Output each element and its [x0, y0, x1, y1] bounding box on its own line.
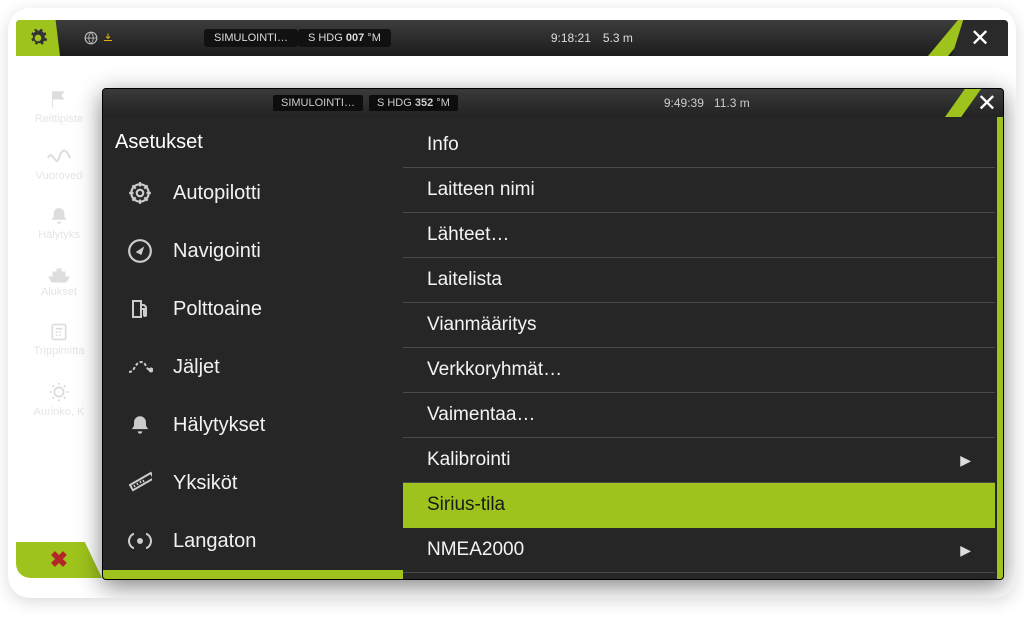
chevron-right-icon: ▶: [960, 542, 971, 559]
option-diagnostics[interactable]: Vianmääritys: [403, 303, 995, 348]
ruler-icon: [125, 468, 155, 498]
category-wireless[interactable]: Langaton: [103, 512, 403, 570]
option-label: Verkkoryhmät…: [427, 359, 562, 381]
category-label: Autopilotti: [173, 182, 261, 205]
category-label: Jäljet: [173, 356, 220, 379]
fuel-icon: [125, 294, 155, 324]
category-label: Navigointi: [173, 240, 261, 263]
back-globe-icon: [84, 31, 114, 45]
category-autopilot[interactable]: Autopilotti: [103, 164, 403, 222]
sidebar-item-label: Hälytyks: [38, 229, 80, 241]
settings-title: Asetukset: [103, 121, 403, 164]
back-hdg-badge: S HDG 007 °M: [298, 29, 391, 47]
front-depth: 11.3 m: [714, 96, 750, 110]
device-frame: SIMULOINTI… S HDG 007 °M 9:18:21 5.3 m ✕…: [8, 8, 1016, 598]
option-nmea2000[interactable]: NMEA2000 ▶: [403, 528, 995, 573]
category-label: Langaton: [173, 530, 256, 553]
option-label: Laitteen nimi: [427, 179, 535, 201]
flag-icon: [48, 88, 70, 110]
category-network[interactable]: Verkko: [103, 570, 403, 580]
sidebar-item-label: Trippimitta: [34, 345, 85, 357]
wave-icon: [47, 149, 71, 167]
front-accent: [945, 89, 981, 117]
option-label: Lähteet…: [427, 224, 509, 246]
sun-moon-icon: [48, 381, 70, 403]
cancel-icon: ✖: [50, 547, 68, 573]
back-depth: 5.3 m: [603, 31, 633, 45]
option-label: Kalibrointi: [427, 449, 510, 471]
category-fuel[interactable]: Polttoaine: [103, 280, 403, 338]
option-network-groups[interactable]: Verkkoryhmät…: [403, 348, 995, 393]
option-label: Sirius-tila: [427, 494, 505, 516]
option-label: Laitelista: [427, 269, 502, 291]
download-icon: [102, 32, 114, 44]
category-navigation[interactable]: Navigointi: [103, 222, 403, 280]
option-label: Vaimentaa…: [427, 404, 535, 426]
option-sirius-status[interactable]: Sirius-tila: [403, 483, 995, 528]
category-alarms[interactable]: Hälytykset: [103, 396, 403, 454]
sidebar-cancel-button[interactable]: ✖: [16, 542, 102, 578]
calculator-icon: [49, 322, 69, 342]
sidebar-item-trip[interactable]: Trippimitta: [16, 310, 102, 369]
compass-icon: [125, 236, 155, 266]
settings-window: SIMULOINTI… S HDG 352 °M 9:49:39 11.3 m …: [102, 88, 1004, 580]
settings-gear-button[interactable]: [16, 20, 60, 56]
helm-icon: [125, 178, 155, 208]
option-sources[interactable]: Lähteet…: [403, 213, 995, 258]
sidebar-item-sun[interactable]: Aurinko, K: [16, 369, 102, 430]
sidebar-item-label: Reittipiste: [35, 113, 83, 125]
sidebar-item-label: Aurinko, K: [34, 406, 85, 418]
category-units[interactable]: Yksiköt: [103, 454, 403, 512]
settings-status-bar: SIMULOINTI… S HDG 352 °M 9:49:39 11.3 m …: [103, 89, 1003, 117]
category-label: Polttoaine: [173, 298, 262, 321]
option-label: Vianmääritys: [427, 314, 536, 336]
sidebar-item-label: Vuoroved: [36, 170, 83, 182]
scroll-indicator: [997, 117, 1003, 579]
app-sidebar: Reittipiste Vuoroved Hälytyks Alukset Tr…: [16, 56, 102, 578]
ship-icon: [47, 265, 71, 283]
close-icon: ✕: [977, 89, 997, 118]
sidebar-item-label: Alukset: [41, 286, 77, 298]
close-icon: ✕: [970, 24, 990, 53]
sidebar-item-tides[interactable]: Vuoroved: [16, 137, 102, 194]
option-device-name[interactable]: Laitteen nimi: [403, 168, 995, 213]
option-device-list[interactable]: Laitelista: [403, 258, 995, 303]
settings-close-button[interactable]: ✕: [977, 89, 997, 117]
background-status-bar: SIMULOINTI… S HDG 007 °M 9:18:21 5.3 m ✕: [16, 20, 1008, 56]
option-label: Info: [427, 134, 459, 156]
front-sim-badge: SIMULOINTI…: [273, 95, 363, 111]
option-calibration[interactable]: Kalibrointi ▶: [403, 438, 995, 483]
category-label: Yksiköt: [173, 472, 237, 495]
settings-category-list: Asetukset Autopilotti Navigointi: [103, 117, 403, 579]
sidebar-item-alarms[interactable]: Hälytyks: [16, 194, 102, 253]
bell-icon: [125, 410, 155, 440]
option-damping[interactable]: Vaimentaa…: [403, 393, 995, 438]
settings-options-list: Info Laitteen nimi Lähteet… Laitelista V…: [403, 117, 1003, 579]
chevron-right-icon: ▶: [960, 452, 971, 469]
option-label: NMEA2000: [427, 539, 524, 561]
back-time: 9:18:21: [551, 31, 591, 45]
category-tracks[interactable]: Jäljet: [103, 338, 403, 396]
wireless-icon: [125, 526, 155, 556]
front-hdg-badge: S HDG 352 °M: [369, 95, 458, 111]
option-info[interactable]: Info: [403, 123, 995, 168]
gear-icon: [28, 28, 48, 48]
sidebar-item-waypoints[interactable]: Reittipiste: [16, 76, 102, 137]
back-sim-badge: SIMULOINTI…: [204, 29, 298, 47]
bell-icon: [49, 206, 69, 226]
sidebar-item-vessels[interactable]: Alukset: [16, 253, 102, 310]
track-icon: [125, 352, 155, 382]
front-time: 9:49:39: [664, 96, 704, 110]
category-label: Hälytykset: [173, 414, 265, 437]
